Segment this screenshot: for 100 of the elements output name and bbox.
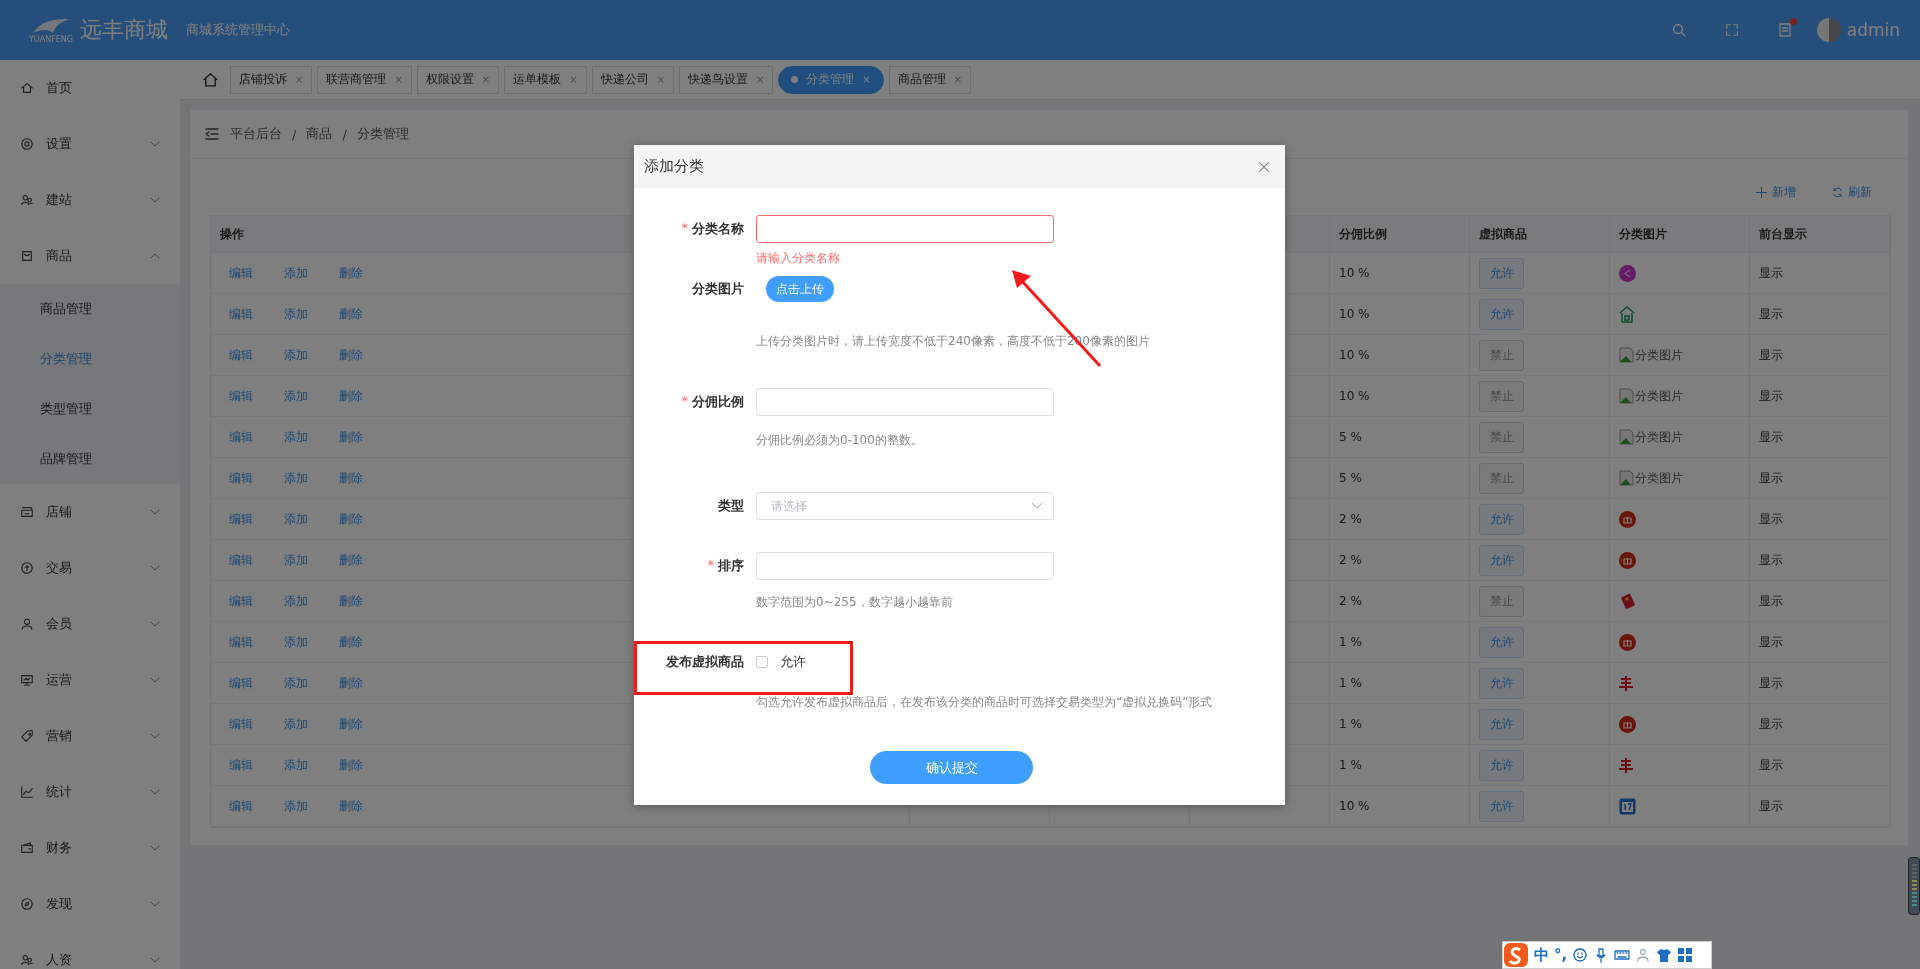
sidebar-item[interactable]: 商品 (0, 228, 180, 284)
action-link[interactable]: 添加 (284, 715, 308, 733)
tab[interactable]: 权限设置 × (416, 65, 500, 94)
compass-icon (20, 897, 34, 911)
action-link[interactable]: 编辑 (229, 428, 253, 446)
logo-text: 远丰商城 (80, 16, 168, 44)
add-link[interactable]: 新增 (1756, 183, 1796, 201)
sidebar-item[interactable]: 首页 (0, 60, 180, 116)
submit-button[interactable]: 确认提交 (870, 751, 1033, 784)
tab[interactable]: 店铺投诉 × (230, 65, 313, 94)
action-link[interactable]: 编辑 (229, 551, 253, 569)
gift-icon (1619, 633, 1636, 651)
action-link[interactable]: 添加 (284, 797, 308, 815)
status-button[interactable]: 允许 (1479, 298, 1524, 330)
status-button[interactable]: 允许 (1479, 257, 1524, 289)
action-link[interactable]: 编辑 (229, 633, 253, 651)
sidebar-item[interactable]: 店铺 (0, 484, 180, 540)
status-button[interactable]: 允许 (1479, 749, 1524, 781)
input-field[interactable] (756, 215, 1054, 243)
action-link[interactable]: 添加 (284, 756, 308, 774)
action-link[interactable]: 编辑 (229, 592, 253, 610)
tab[interactable]: 快递公司 × (591, 65, 674, 94)
action-link[interactable]: 删除 (339, 305, 363, 323)
action-link[interactable]: 删除 (339, 756, 363, 774)
action-link[interactable]: 添加 (284, 674, 308, 692)
action-link[interactable]: 删除 (339, 387, 363, 405)
level-meter-icon (1908, 857, 1920, 915)
action-link[interactable]: 编辑 (229, 797, 253, 815)
status-button[interactable]: 允许 (1479, 503, 1524, 535)
action-link[interactable]: 删除 (339, 346, 363, 364)
action-link[interactable]: 删除 (339, 469, 363, 487)
action-link[interactable]: 删除 (339, 264, 363, 282)
sidebar-item[interactable]: 建站 (0, 172, 180, 228)
action-link[interactable]: 编辑 (229, 305, 253, 323)
select-field[interactable]: 请选择 (756, 492, 1054, 520)
submenu-item[interactable]: 商品管理 (0, 284, 180, 334)
tab[interactable]: 联营商管理 × (317, 65, 412, 94)
shirt-icon[interactable] (1656, 947, 1673, 963)
sidebar-item[interactable]: 会员 (0, 596, 180, 652)
sidebar-item[interactable]: 交易 (0, 540, 180, 596)
action-link[interactable]: 编辑 (229, 346, 253, 364)
grid-icon[interactable] (1677, 947, 1694, 963)
action-link[interactable]: 添加 (284, 387, 308, 405)
action-link[interactable]: 删除 (339, 551, 363, 569)
action-link[interactable]: 添加 (284, 428, 308, 446)
action-link[interactable]: 编辑 (229, 469, 253, 487)
action-link[interactable]: 添加 (284, 510, 308, 528)
tag-icon (20, 729, 34, 743)
tab[interactable]: 分类管理 × (778, 65, 884, 94)
action-link[interactable]: 删除 (339, 428, 363, 446)
ime-punctuation[interactable]: °, (1554, 946, 1568, 964)
action-link[interactable]: 编辑 (229, 387, 253, 405)
sidebar-item[interactable]: 人资 (0, 932, 180, 969)
action-link[interactable]: 删除 (339, 592, 363, 610)
user-name[interactable]: admin (1846, 20, 1900, 40)
sidebar-item[interactable]: 运营 (0, 652, 180, 708)
submenu-item[interactable]: 品牌管理 (0, 434, 180, 484)
submenu-item[interactable]: 分类管理 (0, 334, 180, 384)
action-link[interactable]: 添加 (284, 551, 308, 569)
status-button[interactable]: 允许 (1479, 626, 1524, 658)
sidebar-item[interactable]: 财务 (0, 820, 180, 876)
avatar[interactable] (1816, 18, 1841, 42)
status-button[interactable]: 允许 (1479, 544, 1524, 576)
ime-logo-icon[interactable] (1503, 942, 1529, 968)
ime-mode[interactable]: 中 (1534, 945, 1549, 965)
tab[interactable]: 商品管理 × (888, 65, 972, 94)
action-link[interactable]: 删除 (339, 633, 363, 651)
sidebar-item[interactable]: 营销 (0, 708, 180, 764)
action-link[interactable]: 添加 (284, 346, 308, 364)
status-button[interactable]: 允许 (1479, 667, 1524, 699)
action-link[interactable]: 删除 (339, 510, 363, 528)
action-link[interactable]: 编辑 (229, 264, 253, 282)
action-link[interactable]: 添加 (284, 592, 308, 610)
upload-button[interactable]: 点击上传 (766, 276, 834, 302)
sidebar-item[interactable]: 设置 (0, 116, 180, 172)
breadcrumb-item[interactable]: 平台后台 (230, 125, 282, 143)
status-button[interactable]: 允许 (1479, 708, 1524, 740)
table-cell: 10 % (1330, 253, 1470, 294)
action-link[interactable]: 删除 (339, 797, 363, 815)
checkbox[interactable]: 允许 (756, 653, 806, 671)
action-link[interactable]: 添加 (284, 305, 308, 323)
action-link[interactable]: 编辑 (229, 756, 253, 774)
action-link[interactable]: 删除 (339, 715, 363, 733)
search-icon (1670, 22, 1687, 38)
sidebar-item[interactable]: 统计 (0, 764, 180, 820)
action-link[interactable]: 编辑 (229, 715, 253, 733)
action-link[interactable]: 编辑 (229, 510, 253, 528)
refresh-link[interactable]: 刷新 (1832, 183, 1872, 201)
tab[interactable]: 运单模板 × (504, 65, 587, 94)
hint-text: 勾选允许发布虚拟商品后，在发布该分类的商品时可选择交易类型为“虚拟兑换码”形式 (756, 693, 1213, 711)
action-link[interactable]: 编辑 (229, 674, 253, 692)
sidebar-item[interactable]: 发现 (0, 876, 180, 932)
tab[interactable]: 快递鸟设置 × (678, 65, 774, 94)
action-link[interactable]: 删除 (339, 674, 363, 692)
action-link[interactable]: 添加 (284, 264, 308, 282)
breadcrumb-item[interactable]: 商品 (306, 125, 333, 143)
status-button[interactable]: 允许 (1479, 790, 1524, 822)
action-link[interactable]: 添加 (284, 633, 308, 651)
action-link[interactable]: 添加 (284, 469, 308, 487)
submenu-item[interactable]: 类型管理 (0, 384, 180, 434)
